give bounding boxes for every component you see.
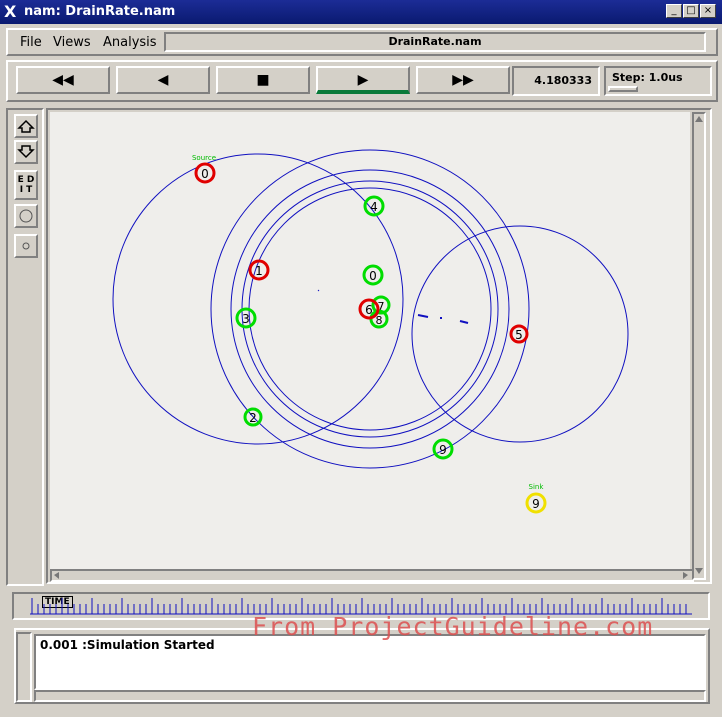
svg-text:3: 3 [242,312,250,326]
zoom-out-icon[interactable] [14,140,38,164]
node-3[interactable]: 3 [235,307,257,329]
log-message: 0.001 :Simulation Started [34,634,706,690]
packet [459,320,469,324]
node-8[interactable]: 8 [369,309,389,329]
svg-text:1: 1 [255,264,263,278]
svg-text:0: 0 [369,269,377,283]
nodes-group: 0 4 0 1 7 8 6 3 5 2 9 9 [194,162,547,514]
log-horizontal-scrollbar[interactable] [34,690,706,702]
node-9-mid[interactable]: 9 [432,438,454,460]
network-canvas[interactable]: Source Sink 0 4 0 1 7 8 6 3 5 2 9 9 [50,112,690,569]
node-5[interactable]: 5 [509,324,529,344]
watermark: From ProjectGuideline.com [252,612,654,641]
small-circle-icon[interactable] [14,234,38,258]
close-button[interactable]: × [700,4,716,18]
svg-text:6: 6 [365,303,373,317]
node-0-center[interactable]: 0 [362,264,384,286]
window-title: nam: DrainRate.nam [24,4,176,19]
menu-analysis[interactable]: Analysis [103,35,157,50]
node-2[interactable]: 2 [243,407,263,427]
svg-text:9: 9 [532,497,540,511]
stop-button[interactable]: ■ [216,66,310,94]
menu-file[interactable]: File [20,35,42,50]
log-vertical-scrollbar[interactable] [16,632,32,702]
rewind-button[interactable]: ◀ [116,66,210,94]
large-circle-icon[interactable] [14,204,38,228]
node-4[interactable]: 4 [363,195,385,217]
svg-text:5: 5 [515,328,523,342]
svg-text:9: 9 [439,443,447,457]
node-1[interactable]: 1 [248,259,270,281]
sink-label: Sink [529,483,545,491]
maximize-button[interactable]: □ [683,4,699,18]
node-0-source[interactable]: 0 [194,162,216,184]
node-9-sink[interactable]: 9 [525,492,547,514]
source-label: Source [192,154,216,162]
range-ring [112,153,404,445]
x-logo-icon: X [4,2,17,21]
filename-display: DrainRate.nam [164,32,706,52]
svg-text:2: 2 [249,411,257,425]
zoom-in-icon[interactable] [14,114,38,138]
title-bar: X nam: DrainRate.nam _ □ × [0,0,722,24]
menu-views[interactable]: Views [53,35,91,50]
packet [417,314,429,318]
step-slider[interactable] [608,86,638,92]
svg-text:0: 0 [201,167,209,181]
fast-rewind-button[interactable]: ◀◀ [16,66,110,94]
play-button[interactable]: ▶ [316,66,410,94]
vertical-scrollbar[interactable] [692,112,706,580]
horizontal-scrollbar[interactable] [50,569,694,582]
fast-forward-button[interactable]: ▶▶ [416,66,510,94]
edit-button[interactable]: E D I T [14,170,38,200]
packet [317,289,320,292]
topology-graph: Source Sink 0 4 0 1 7 8 6 3 5 2 9 9 [112,149,629,514]
time-display: 4.180333 [512,66,600,96]
svg-text:4: 4 [370,200,378,214]
minimize-button[interactable]: _ [666,4,682,18]
